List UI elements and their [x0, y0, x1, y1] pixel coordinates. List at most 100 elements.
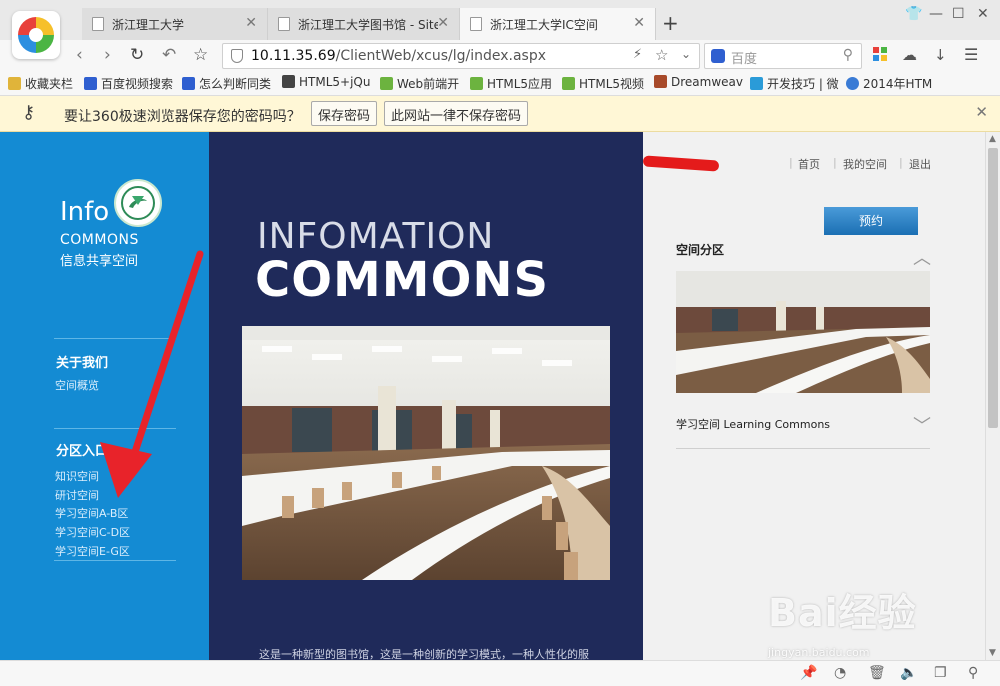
close-icon[interactable]: ✕: [633, 15, 645, 31]
hero-title-line1: INFOMATION: [257, 216, 495, 257]
volume-icon[interactable]: 🔈: [900, 665, 917, 681]
zone-preview-photo: [676, 271, 930, 393]
scroll-down-icon[interactable]: ▼: [989, 648, 996, 658]
page-icon: [92, 17, 104, 31]
link-study-space-cd[interactable]: 学习空间C-D区: [55, 524, 130, 540]
bookmark-item[interactable]: 百度视频搜索: [84, 75, 173, 92]
bookmark-item[interactable]: HTML5+jQu: [282, 75, 370, 89]
bookmark-item[interactable]: HTML5应用: [470, 75, 552, 92]
globe-icon: [846, 77, 859, 90]
search-box[interactable]: 百度 ⚲: [704, 43, 862, 69]
bookmark-item[interactable]: Web前端开: [380, 75, 459, 92]
bookmark-item[interactable]: Dreamweav: [654, 75, 743, 89]
window-icon[interactable]: ❐: [934, 665, 947, 681]
nav-logout[interactable]: 退出: [909, 156, 931, 172]
skin-icon[interactable]: 👕: [905, 6, 922, 22]
forward-icon[interactable]: ›: [104, 45, 111, 65]
site-51-icon: [282, 75, 295, 88]
brand-commons-text: COMMONS: [60, 232, 139, 248]
chevron-down-icon[interactable]: ⌄: [681, 47, 691, 61]
close-icon[interactable]: ✕: [245, 15, 257, 31]
shield-icon: [231, 49, 243, 63]
pin-icon[interactable]: 📌: [800, 665, 817, 681]
lightning-icon[interactable]: ⚡: [633, 47, 642, 62]
bookmark-item[interactable]: 收藏夹栏: [8, 75, 73, 92]
close-icon[interactable]: ✕: [437, 15, 449, 31]
password-prompt-text: 要让360极速浏览器保存您的密码吗？: [64, 109, 301, 125]
link-study-space-ab[interactable]: 学习空间A-B区: [55, 505, 128, 521]
favorite-star-icon[interactable]: ☆: [655, 46, 668, 64]
about-heading: 关于我们: [56, 356, 109, 371]
back-icon[interactable]: ‹: [76, 45, 83, 65]
bookmark-item[interactable]: HTML5视频: [562, 75, 644, 92]
link-space-overview[interactable]: 空间概览: [55, 377, 99, 393]
brand-info-text: Info: [60, 197, 110, 227]
book-button[interactable]: 预约: [824, 207, 918, 235]
v-icon: [750, 77, 763, 90]
link-discussion-space[interactable]: 研讨空间: [55, 487, 99, 503]
close-window-icon[interactable]: ✕: [977, 6, 989, 22]
bookmark-item[interactable]: 怎么判断同类: [182, 75, 271, 92]
baidu-paw-icon: [182, 77, 195, 90]
link-study-space-eg[interactable]: 学习空间E-G区: [55, 543, 130, 559]
vertical-scrollbar[interactable]: ▲ ▼: [985, 132, 1000, 660]
right-panel: | 首页 | 我的空间 | 退出 预约 空间分区 ︿ 学习空间 Learning…: [642, 132, 985, 660]
apps-grid-icon[interactable]: [873, 46, 887, 61]
scroll-up-icon[interactable]: ▲: [989, 134, 996, 144]
undo-close-icon[interactable]: ↶: [162, 45, 176, 65]
page-icon: [470, 17, 482, 31]
link-knowledge-space[interactable]: 知识空间: [55, 468, 99, 484]
speedometer-icon[interactable]: ◔: [834, 665, 846, 681]
hero-panel: INFOMATION COMMONS 这是一种新型的图书馆，这是一种创新的学习模…: [209, 132, 643, 660]
status-bar: 📌 ◔ 🗑 🔈 ❐ ⚲: [0, 660, 1000, 686]
key-icon: ⚷: [22, 102, 36, 123]
bookmark-item[interactable]: 2014年HTM: [846, 75, 932, 92]
save-password-button[interactable]: 保存密码: [311, 101, 378, 126]
left-sidebar: Info COMMONS 信息共享空间 关于我们 空间概览 分区入口 知识空间 …: [0, 132, 209, 660]
search-input[interactable]: 百度: [731, 48, 757, 67]
trash-icon[interactable]: 🗑: [868, 665, 886, 681]
tab-1[interactable]: 浙江理工大学 ✕: [82, 8, 268, 40]
learning-commons-label[interactable]: 学习空间 Learning Commons: [676, 416, 830, 432]
zones-heading: 分区入口: [56, 444, 109, 459]
bookmark-star-icon[interactable]: ☆: [193, 45, 208, 65]
hero-title-line2: COMMONS: [255, 252, 550, 308]
intro-text: 这是一种新型的图书馆，这是一种创新的学习模式，一种人性化的服: [259, 648, 589, 660]
tab-3-active[interactable]: 浙江理工大学IC空间 ✕: [460, 8, 656, 40]
url-text[interactable]: 10.11.35.69/ClientWeb/xcus/lg/index.aspx: [251, 48, 546, 64]
password-save-bar: ⚷ 要让360极速浏览器保存您的密码吗？ 保存密码 此网站一律不保存密码 ✕: [0, 96, 1000, 132]
maximize-icon[interactable]: ☐: [952, 6, 965, 22]
tab-bar: 浙江理工大学 ✕ 浙江理工大学图书馆 - Site ✕ 浙江理工大学IC空间 ✕…: [0, 0, 1000, 40]
bookmarks-bar: 收藏夹栏 百度视频搜索 怎么判断同类 HTML5+jQu Web前端开 HTML…: [0, 72, 1000, 96]
download-icon[interactable]: ↓: [934, 46, 947, 64]
never-save-password-button[interactable]: 此网站一律不保存密码: [384, 101, 529, 126]
redacted-username: [642, 155, 720, 172]
scroll-thumb[interactable]: [988, 148, 998, 428]
baidu-jingyan-watermark: Bai经验: [768, 591, 917, 635]
cloud-icon[interactable]: ☁: [902, 46, 917, 64]
nav-home[interactable]: 首页: [798, 156, 820, 172]
url-host: 10.11.35.69: [251, 48, 336, 64]
nav-my-space[interactable]: 我的空间: [843, 156, 887, 172]
bookmark-item[interactable]: 开发技巧 | 微: [750, 75, 839, 92]
tab-title: 浙江理工大学图书馆 - Site: [298, 18, 438, 32]
divider: [54, 560, 176, 561]
tab-2[interactable]: 浙江理工大学图书馆 - Site ✕: [268, 8, 460, 40]
zoom-icon[interactable]: ⚲: [968, 665, 978, 681]
nav-separator: |: [899, 156, 903, 169]
address-bar[interactable]: 10.11.35.69/ClientWeb/xcus/lg/index.aspx…: [222, 43, 700, 69]
minimize-icon[interactable]: —: [929, 6, 943, 22]
nav-separator: |: [789, 156, 793, 169]
divider: [54, 428, 176, 429]
chevron-down-icon[interactable]: ﹀: [913, 412, 931, 438]
menu-icon[interactable]: ☰: [964, 45, 978, 64]
section-title: 空间分区: [676, 243, 725, 257]
close-icon[interactable]: ✕: [975, 103, 988, 121]
browser-logo-icon[interactable]: [12, 11, 60, 59]
new-tab-button[interactable]: +: [662, 11, 679, 35]
green-square-icon: [470, 77, 483, 90]
search-icon[interactable]: ⚲: [843, 47, 853, 63]
chevron-up-icon[interactable]: ︿: [913, 244, 931, 270]
page-icon: [278, 17, 290, 31]
reload-icon[interactable]: ↻: [130, 45, 144, 65]
